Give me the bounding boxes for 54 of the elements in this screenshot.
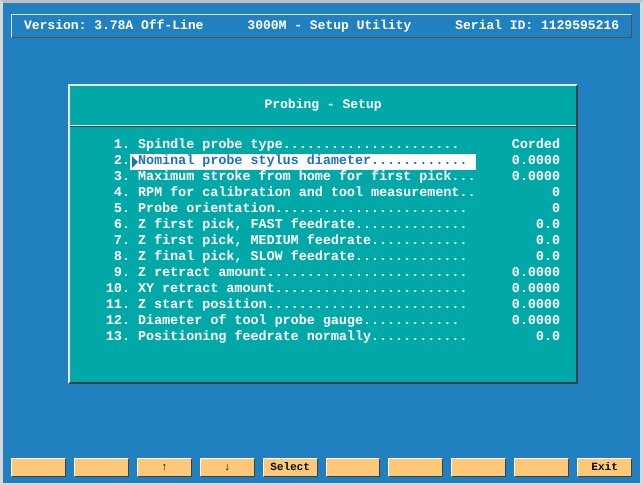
pointer-icon [132,156,138,168]
blank-function-key[interactable] [326,458,380,477]
row-number: 4. [112,186,130,202]
blank-function-key[interactable] [74,458,129,477]
function-key[interactable]: Exit [577,458,632,477]
setting-item[interactable]: Nominal probe stylus diameter............ [130,154,476,170]
serial-text: Serial ID: 1129595216 [455,18,619,34]
setting-value: 0.0000 [510,298,560,314]
row-number: 3. [112,170,130,186]
row-number: 5. [112,202,130,218]
setting-item[interactable]: Spindle probe type...................... [130,138,476,154]
dialog-title: Probing - Setup [70,86,576,126]
setting-item[interactable]: Maximum stroke from home for first pick... [130,170,476,186]
function-key[interactable]: ↑ [136,458,192,477]
setting-value: 0.0000 [510,266,560,282]
setting-item[interactable]: Z final pick, SLOW feedrate.............. [130,250,476,266]
setting-value: 0.0 [534,234,560,250]
row-number: 8. [112,250,130,266]
setting-item[interactable]: Z start position......................... [130,298,476,314]
row-number: 11. [104,298,130,314]
row-number: 2. [112,154,130,170]
row-number: 10. [104,282,130,298]
setting-item[interactable]: Z first pick, FAST feedrate.............. [130,218,476,234]
row-number: 12. [104,314,130,330]
function-key[interactable]: ↓ [200,458,255,477]
row-number: 9. [112,266,130,282]
setting-item[interactable]: Positioning feedrate normally............ [130,330,476,346]
blank-function-key[interactable] [11,458,66,477]
setting-value: 0.0000 [510,314,560,330]
app-title: 3000M - Setup Utility [247,18,412,34]
setting-item[interactable]: RPM for calibration and tool measurement.. [130,186,476,202]
setting-value: 0 [550,202,560,218]
setting-value: 0 [550,186,560,202]
setting-item[interactable]: Z first pick, MEDIUM feedrate............ [130,234,476,250]
row-number: 7. [112,234,130,250]
setting-value: 0.0 [534,218,560,234]
setting-value: 0.0 [534,330,560,346]
row-number: 6. [112,218,130,234]
row-number: 13. [104,330,130,346]
blank-function-key[interactable] [451,458,506,477]
setting-value: Corded [510,138,560,154]
setting-item[interactable]: Probe orientation........................ [130,202,476,218]
setting-item[interactable]: XY retract amount........................ [130,282,476,298]
version-text: Version: 3.78A Off-Line [24,18,204,34]
setting-item[interactable]: Z retract amount......................... [130,266,476,282]
blank-function-key[interactable] [514,458,570,477]
setting-item[interactable]: Diameter of tool probe gauge............ [130,314,476,330]
setting-value: 0.0000 [510,282,560,298]
setting-value: 0.0000 [510,170,560,186]
function-key[interactable]: Select [262,458,318,477]
setting-value: 0.0 [534,250,560,266]
blank-function-key[interactable] [388,458,444,477]
row-number: 1. [112,138,130,154]
setting-value: 0.0000 [510,154,560,170]
